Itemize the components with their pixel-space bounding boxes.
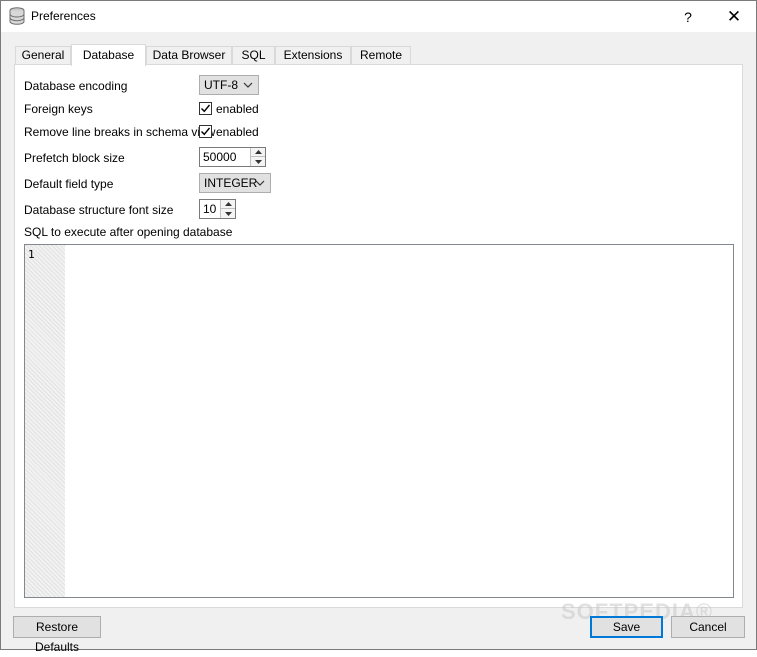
line-breaks-label: Remove line breaks in schema view [24, 125, 216, 139]
spin-arrows [250, 148, 265, 166]
checkmark-icon [201, 104, 211, 113]
font-size-label: Database structure font size [24, 203, 174, 217]
foreign-keys-enabled-label[interactable]: enabled [216, 102, 259, 116]
font-size-value: 10 [203, 202, 217, 216]
preferences-dialog: Preferences ? ✕ General Database Data Br… [0, 0, 757, 654]
tab-data-browser[interactable]: Data Browser [146, 46, 232, 65]
prefetch-label: Prefetch block size [24, 151, 125, 165]
help-button[interactable]: ? [665, 1, 711, 32]
spin-up-icon[interactable] [251, 148, 265, 157]
spin-down-icon[interactable] [221, 209, 235, 218]
title-bar: Preferences ? ✕ [1, 1, 756, 32]
database-settings-panel: Database encoding UTF-8 Foreign keys ena… [14, 64, 743, 608]
close-button[interactable]: ✕ [711, 1, 757, 32]
spin-up-icon[interactable] [221, 200, 235, 209]
save-button[interactable]: Save [590, 616, 663, 638]
font-size-spinbox[interactable]: 10 [199, 199, 236, 219]
tab-sql[interactable]: SQL [232, 46, 275, 65]
line-number-gutter: 1 [25, 245, 65, 597]
line-number: 1 [28, 248, 35, 261]
tab-remote[interactable]: Remote [351, 46, 411, 65]
chevron-down-icon [255, 180, 265, 186]
sql-editor[interactable]: 1 [24, 244, 734, 598]
cancel-button[interactable]: Cancel [671, 616, 745, 638]
foreign-keys-checkbox[interactable] [199, 102, 212, 115]
tab-database[interactable]: Database [71, 44, 146, 66]
spin-arrows [220, 200, 235, 218]
tab-general[interactable]: General [15, 46, 71, 65]
prefetch-spinbox[interactable]: 50000 [199, 147, 266, 167]
prefetch-value: 50000 [203, 150, 237, 164]
encoding-value: UTF-8 [204, 78, 238, 92]
database-icon [9, 7, 25, 25]
line-breaks-checkbox[interactable] [199, 125, 212, 138]
window-title: Preferences [31, 9, 96, 23]
restore-defaults-button[interactable]: Restore Defaults [13, 616, 101, 654]
chevron-down-icon [243, 82, 253, 88]
foreign-keys-label: Foreign keys [24, 102, 93, 116]
encoding-label: Database encoding [24, 79, 128, 93]
checkmark-icon [201, 127, 211, 136]
encoding-select[interactable]: UTF-8 [199, 75, 259, 95]
spin-down-icon[interactable] [251, 157, 265, 166]
sql-after-open-label: SQL to execute after opening database [24, 225, 233, 239]
field-type-label: Default field type [24, 177, 114, 191]
field-type-value: INTEGER [204, 176, 258, 190]
line-breaks-enabled-label[interactable]: enabled [216, 125, 259, 139]
field-type-select[interactable]: INTEGER [199, 173, 271, 193]
tab-extensions[interactable]: Extensions [275, 46, 351, 65]
